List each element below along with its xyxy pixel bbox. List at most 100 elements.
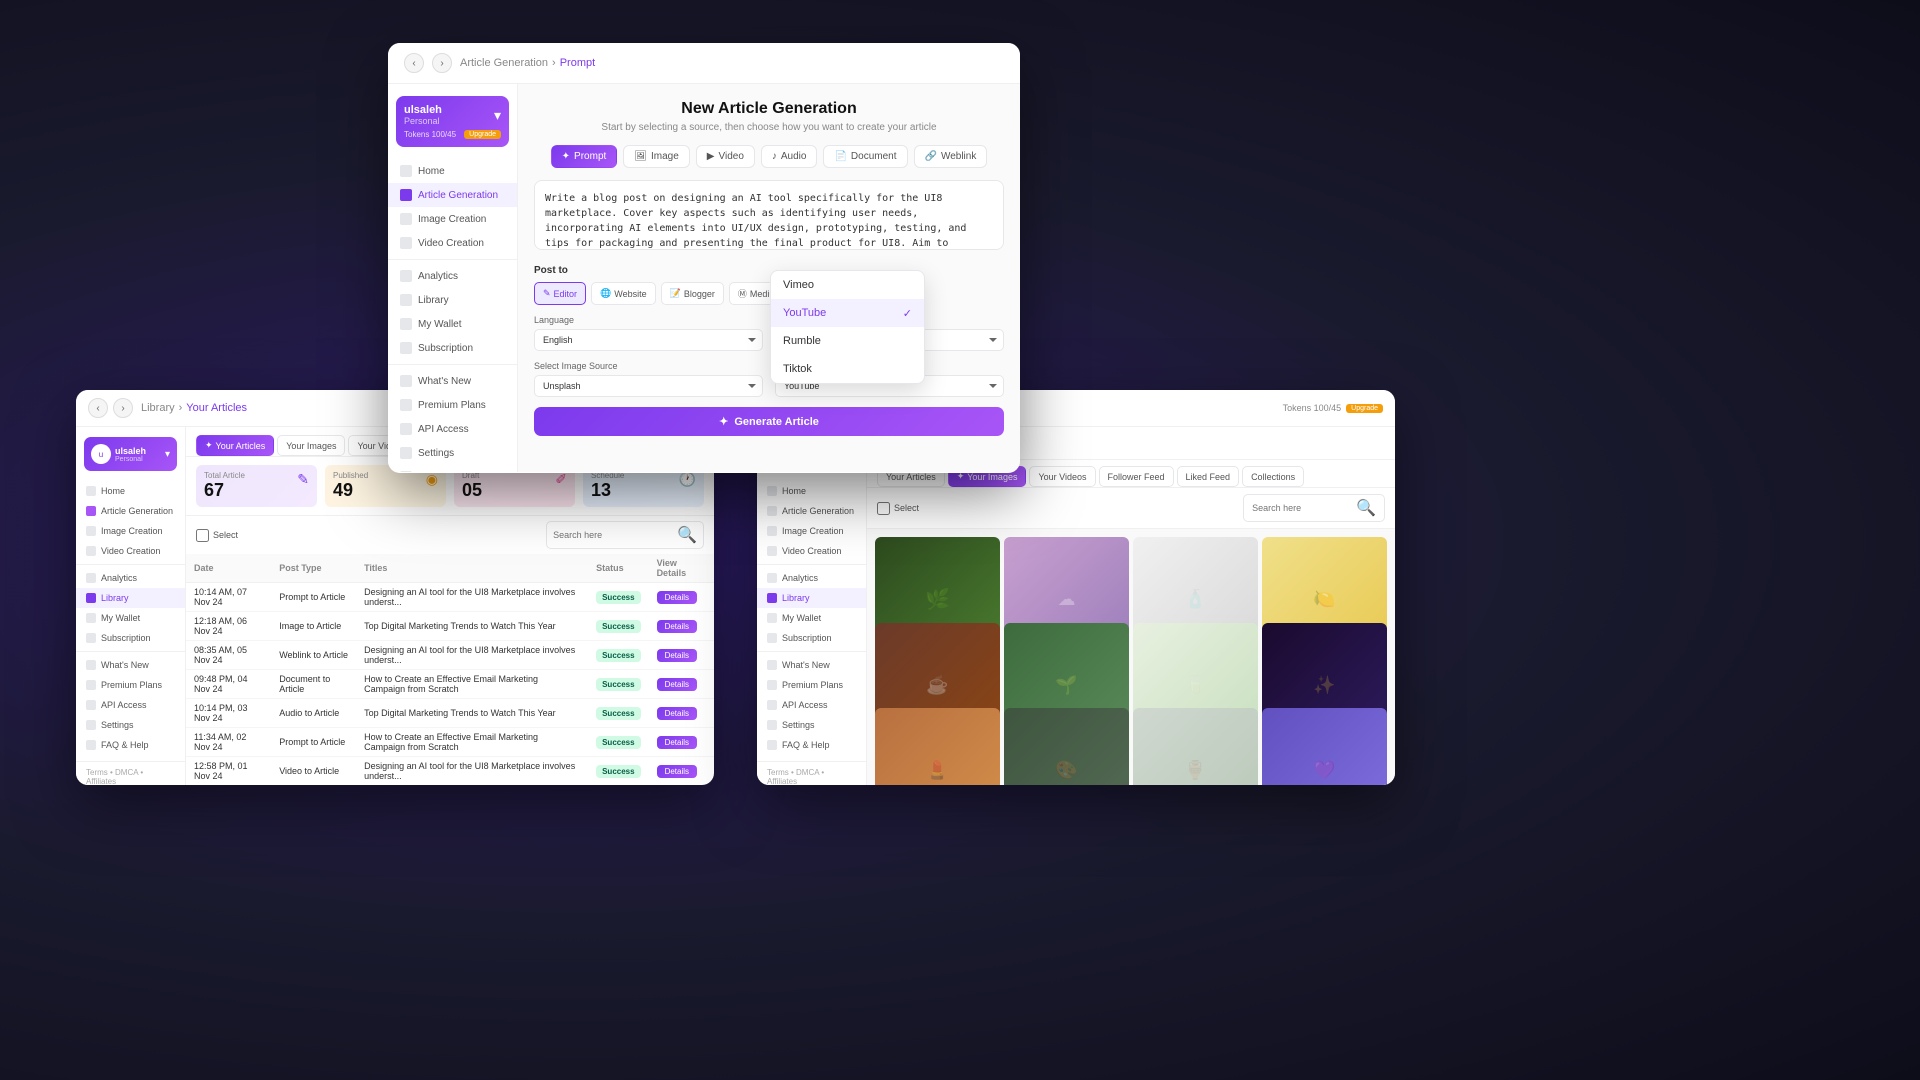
lw-breadcrumb: Library › Your Articles [141, 402, 247, 414]
dropdown-item-vimeo[interactable]: Vimeo [771, 271, 924, 299]
dropdown-item-tiktok[interactable]: Tiktok [771, 355, 924, 383]
lw-nav-analytics[interactable]: Analytics [76, 568, 185, 588]
lw-forward-button[interactable]: › [113, 398, 133, 418]
sidebar-item-faq-help[interactable]: FAQ & Help [388, 465, 517, 472]
lw-nav-settings-label: Settings [101, 720, 134, 730]
lw-nav-home[interactable]: Home [76, 481, 185, 501]
lw-nav-faq[interactable]: FAQ & Help [76, 735, 185, 755]
rw-nav-library[interactable]: Library [757, 588, 866, 608]
rw-search-input[interactable] [1252, 503, 1352, 513]
cell-status: Success [588, 641, 648, 670]
table-row: 10:14 AM, 07 Nov 24 Prompt to Article De… [186, 583, 714, 612]
language-select[interactable]: English [534, 329, 763, 351]
details-button[interactable]: Details [657, 707, 697, 720]
details-button[interactable]: Details [657, 620, 697, 633]
table-search-input[interactable] [553, 530, 673, 540]
table-row: 09:48 PM, 04 Nov 24 Document to Article … [186, 670, 714, 699]
rw-nav-image[interactable]: Image Creation [757, 521, 866, 541]
lw-nav-premium[interactable]: Premium Plans [76, 675, 185, 695]
rw-nav-home[interactable]: Home [757, 481, 866, 501]
lw-nav-my-wallet[interactable]: My Wallet [76, 608, 185, 628]
rw-tab-follower-feed[interactable]: Follower Feed [1099, 466, 1174, 487]
lw-nav-article-generation[interactable]: Article Generation [76, 501, 185, 521]
rw-nav-article[interactable]: Article Generation [757, 501, 866, 521]
rw-nav-api[interactable]: API Access [757, 695, 866, 715]
tab-prompt[interactable]: ✦ Prompt [551, 145, 618, 168]
sidebar-item-premium-plans[interactable]: Premium Plans [388, 393, 517, 417]
details-button[interactable]: Details [657, 765, 697, 778]
sidebar-label-image-creation: Image Creation [418, 214, 486, 225]
sidebar-item-library[interactable]: Library [388, 288, 517, 312]
rw-nav-analytics[interactable]: Analytics [757, 568, 866, 588]
rw-nav-home-label: Home [782, 486, 806, 496]
tab-weblink[interactable]: 🔗 Weblink [914, 145, 988, 168]
image-source-select[interactable]: Unsplash [534, 375, 763, 397]
image-card-9[interactable]: 💄 [875, 708, 1000, 785]
sidebar-label-home: Home [418, 166, 445, 177]
sidebar-item-settings[interactable]: Settings [388, 441, 517, 465]
breadcrumb-article-generation: Article Generation [460, 57, 548, 69]
rw-select-all-checkbox[interactable] [877, 502, 890, 515]
rw-nav-settings[interactable]: Settings [757, 715, 866, 735]
rw-nav-whatsnew[interactable]: What's New [757, 655, 866, 675]
sidebar-item-my-wallet[interactable]: My Wallet [388, 312, 517, 336]
tab-image[interactable]: 🖼 Image [623, 145, 690, 168]
tab-document[interactable]: 📄 Document [823, 145, 907, 168]
rw-nav-subscription[interactable]: Subscription [757, 628, 866, 648]
medium-icon: Ⓜ [738, 287, 747, 300]
lw-nav-library[interactable]: Library [76, 588, 185, 608]
post-to-blogger[interactable]: 📝 Blogger [661, 282, 724, 305]
details-button[interactable]: Details [657, 678, 697, 691]
lw-nav-whats-new[interactable]: What's New [76, 655, 185, 675]
dropdown-item-rumble[interactable]: Rumble [771, 327, 924, 355]
upgrade-badge[interactable]: Upgrade [464, 130, 501, 139]
tab-weblink-label: Weblink [941, 151, 976, 162]
dropdown-item-youtube[interactable]: YouTube ✓ [771, 299, 924, 327]
back-button[interactable]: ‹ [404, 53, 424, 73]
lw-breadcrumb-library: Library [141, 402, 175, 414]
rw-nav-wallet[interactable]: My Wallet [757, 608, 866, 628]
rw-tab-liked-feed[interactable]: Liked Feed [1177, 466, 1240, 487]
lw-tab-your-images[interactable]: Your Images [277, 435, 345, 456]
lw-tab-your-articles[interactable]: ✦ Your Articles [196, 435, 274, 456]
rw-tab-collections[interactable]: Collections [1242, 466, 1304, 487]
sidebar-item-subscription[interactable]: Subscription [388, 336, 517, 360]
select-all-checkbox[interactable] [196, 529, 209, 542]
rw-nav-faq[interactable]: FAQ & Help [757, 735, 866, 755]
details-button[interactable]: Details [657, 591, 697, 604]
rw-tab-your-videos[interactable]: Your Videos [1029, 466, 1095, 487]
sidebar-item-video-creation[interactable]: Video Creation [388, 231, 517, 255]
sidebar-item-whats-new[interactable]: What's New [388, 369, 517, 393]
lw-back-button[interactable]: ‹ [88, 398, 108, 418]
image-card-11[interactable]: 🏺 [1133, 708, 1258, 785]
search-icon: 🔍 [677, 525, 697, 545]
details-button[interactable]: Details [657, 649, 697, 662]
cell-title: Designing an AI tool for the UI8 Marketp… [356, 641, 588, 670]
image-card-12[interactable]: 💜 [1262, 708, 1387, 785]
rw-nav-video[interactable]: Video Creation [757, 541, 866, 561]
sidebar-item-home[interactable]: Home [388, 159, 517, 183]
lw-nav-image-creation[interactable]: Image Creation [76, 521, 185, 541]
generate-article-button[interactable]: ✦ Generate Article [534, 407, 1004, 436]
rw-nav-premium[interactable]: Premium Plans [757, 675, 866, 695]
image-card-10[interactable]: 🎨 A serene and surreal scene depict... a… [1004, 708, 1129, 785]
sidebar-item-analytics[interactable]: Analytics [388, 264, 517, 288]
lw-nav-subscription[interactable]: Subscription [76, 628, 185, 648]
rw-nav-faq-label: FAQ & Help [782, 740, 830, 750]
cell-status: Success [588, 728, 648, 757]
sidebar-item-image-creation[interactable]: Image Creation [388, 207, 517, 231]
forward-button[interactable]: › [432, 53, 452, 73]
post-to-editor[interactable]: ✎ Editor [534, 282, 586, 305]
sidebar-item-api-access[interactable]: API Access [388, 417, 517, 441]
images-tab-label: Your Images [286, 441, 336, 451]
tab-video[interactable]: ▶ Video [696, 145, 755, 168]
post-to-website[interactable]: 🌐 Website [591, 282, 656, 305]
lw-nav-settings[interactable]: Settings [76, 715, 185, 735]
rw-upgrade-badge[interactable]: Upgrade [1346, 404, 1383, 413]
lw-nav-api[interactable]: API Access [76, 695, 185, 715]
lw-nav-video-creation[interactable]: Video Creation [76, 541, 185, 561]
sidebar-item-article-generation[interactable]: Article Generation [388, 183, 517, 207]
tab-audio[interactable]: ♪ Audio [761, 145, 818, 168]
prompt-textarea[interactable]: Write a blog post on designing an AI too… [534, 180, 1004, 250]
details-button[interactable]: Details [657, 736, 697, 749]
